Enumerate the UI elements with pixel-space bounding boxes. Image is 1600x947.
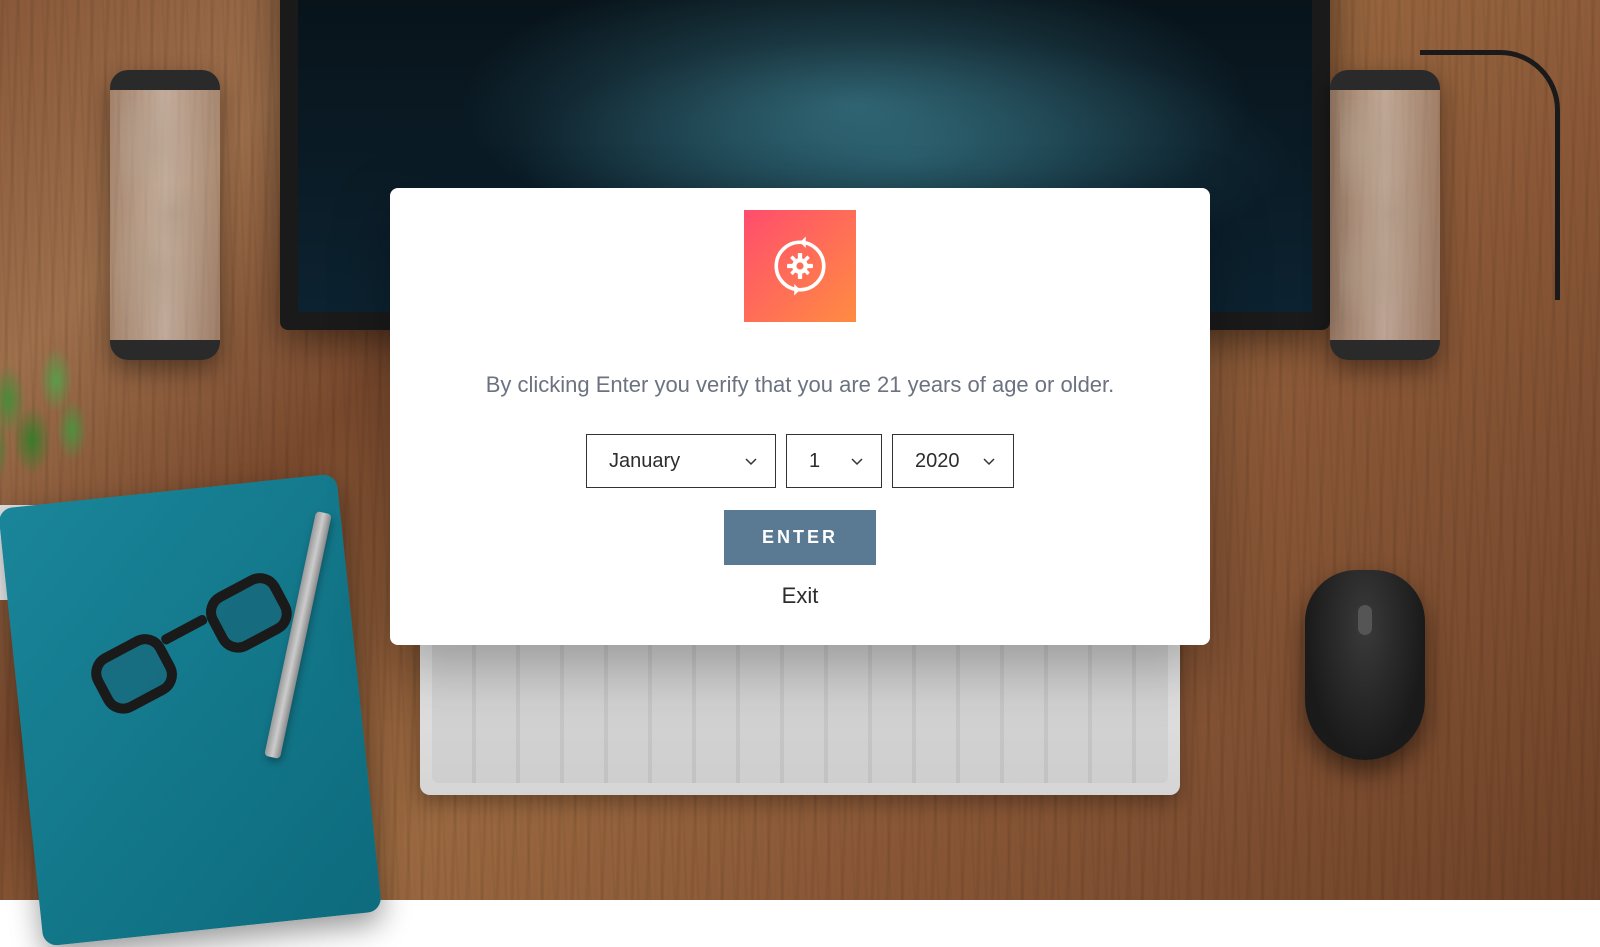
- brand-logo: [744, 210, 856, 322]
- gear-cycle-icon: [764, 230, 836, 302]
- month-select-value: January: [609, 450, 680, 473]
- birthdate-selector-group: January 1 2020: [586, 434, 1014, 488]
- chevron-down-icon: [849, 453, 865, 469]
- mouse-prop: [1305, 570, 1425, 760]
- age-verification-modal: By clicking Enter you verify that you ar…: [390, 188, 1210, 645]
- verification-message: By clicking Enter you verify that you ar…: [486, 372, 1115, 398]
- chevron-down-icon: [981, 453, 997, 469]
- exit-link[interactable]: Exit: [782, 583, 819, 609]
- decorative-tube-left: [110, 70, 220, 360]
- tube-contents: [120, 100, 210, 330]
- year-select[interactable]: 2020: [892, 434, 1014, 488]
- year-select-value: 2020: [915, 450, 960, 473]
- tube-contents: [1340, 100, 1430, 330]
- mouse-scroll-wheel: [1358, 605, 1372, 635]
- keyboard-keys-texture: [432, 627, 1168, 783]
- cable-prop: [1420, 50, 1560, 300]
- enter-button[interactable]: ENTER: [724, 510, 876, 565]
- day-select-value: 1: [809, 450, 820, 473]
- glasses-bridge: [160, 614, 209, 646]
- chevron-down-icon: [743, 453, 759, 469]
- plant-leaves: [0, 320, 120, 520]
- month-select[interactable]: January: [586, 434, 776, 488]
- day-select[interactable]: 1: [786, 434, 882, 488]
